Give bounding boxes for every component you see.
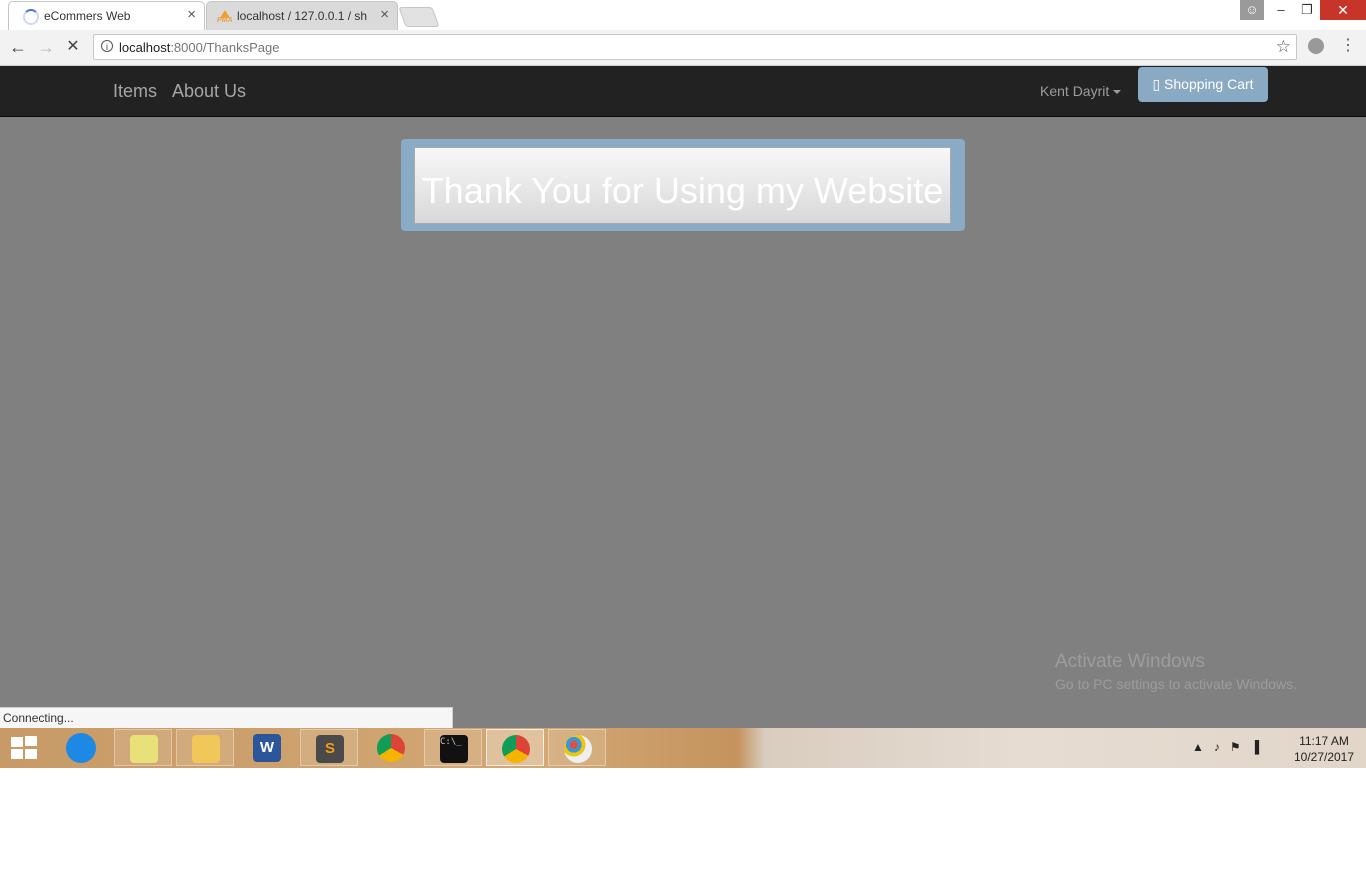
taskbar-paint[interactable] <box>548 729 606 766</box>
taskbar-sticky-notes[interactable] <box>114 729 172 766</box>
status-bubble: Connecting... <box>0 707 453 728</box>
taskbar-sync-app[interactable] <box>52 729 110 766</box>
nav-items-link[interactable]: Items <box>113 81 157 102</box>
user-name: Kent Dayrit <box>1040 83 1110 99</box>
window-controls: ☺ – ❐ ✕ <box>1240 0 1366 22</box>
browser-tab-strip: eCommers Web × PMA localhost / 127.0.0.1… <box>0 0 1366 30</box>
chrome-icon <box>502 735 530 763</box>
sticky-notes-icon <box>130 735 158 763</box>
profile-icon[interactable]: ☺ <box>1240 0 1264 20</box>
taskbar-word[interactable]: W <box>238 729 296 766</box>
address-bar[interactable]: i localhost:8000/ThanksPage ☆ <box>93 34 1297 60</box>
phpmyadmin-icon: PMA <box>217 10 233 24</box>
url-host: localhost <box>119 40 171 55</box>
windows-start-icon[interactable] <box>11 736 39 760</box>
restore-button[interactable]: ❐ <box>1294 0 1320 20</box>
url-path: :8000/ThanksPage <box>170 40 280 55</box>
taskbar-clock[interactable]: 11:17 AM 10/27/2017 <box>1292 733 1356 765</box>
close-icon[interactable]: × <box>187 7 196 23</box>
close-icon[interactable]: × <box>380 7 389 23</box>
taskbar-file-explorer[interactable] <box>176 729 234 766</box>
word-icon: W <box>253 734 281 762</box>
watermark-title: Activate Windows <box>1055 651 1205 672</box>
sync-icon <box>66 733 96 763</box>
extension-icon[interactable] <box>1308 38 1324 54</box>
info-icon[interactable]: i <box>101 40 113 52</box>
clock-time: 11:17 AM <box>1299 734 1349 748</box>
bookmark-star-icon[interactable]: ☆ <box>1276 37 1291 57</box>
new-tab-button[interactable] <box>398 7 440 27</box>
site-navbar: Items About Us Kent Dayrit ▯ Shopping Ca… <box>0 66 1366 117</box>
sublime-text-icon: S <box>316 735 344 763</box>
url-text: localhost:8000/ThanksPage <box>119 40 279 55</box>
tab-phpmyadmin[interactable]: PMA localhost / 127.0.0.1 / sh × <box>206 1 398 30</box>
tab-title: eCommers Web <box>44 9 131 23</box>
tray-overflow-icon[interactable]: ▲ <box>1192 740 1204 754</box>
shopping-cart-button[interactable]: ▯ Shopping Cart <box>1138 67 1268 102</box>
taskbar-chrome[interactable] <box>362 729 420 766</box>
folder-icon <box>192 735 220 763</box>
paint-icon <box>564 735 592 763</box>
clock-date: 10/27/2017 <box>1293 750 1355 764</box>
menu-dots-icon[interactable]: ⋮ <box>1340 35 1356 55</box>
action-center-flag-icon[interactable]: ⚑ <box>1230 740 1241 754</box>
taskbar-chrome-active[interactable] <box>486 729 544 766</box>
thanks-message: Thank You for Using my Website <box>421 170 944 211</box>
stop-loading-icon[interactable]: ✕ <box>63 37 83 57</box>
nav-about-link[interactable]: About Us <box>172 81 246 102</box>
tab-title: localhost / 127.0.0.1 / sh <box>237 9 367 23</box>
cart-label: Shopping Cart <box>1164 76 1254 92</box>
watermark-subtitle: Go to PC settings to activate Windows. <box>1055 676 1297 692</box>
minimize-button[interactable]: – <box>1268 0 1294 20</box>
window-close-button[interactable]: ✕ <box>1320 0 1366 20</box>
system-tray: ▲ ♪ ⚑ ▐ <box>1192 740 1259 754</box>
browser-toolbar: ← → ✕ i localhost:8000/ThanksPage ☆ ⋮ <box>0 30 1366 66</box>
tab-ecommers-web[interactable]: eCommers Web × <box>8 1 205 30</box>
taskbar-cmd[interactable]: C:\_ <box>424 729 482 766</box>
loading-spinner-icon <box>23 9 39 25</box>
shopping-cart-icon: ▯ <box>1152 76 1161 92</box>
back-arrow-icon[interactable]: ← <box>8 37 28 57</box>
user-dropdown[interactable]: Kent Dayrit <box>1040 83 1122 99</box>
windows-taskbar: W S C:\_ ▲ ♪ ⚑ ▐ 11:17 AM 10/27/2017 <box>0 728 1366 768</box>
page-viewport: Items About Us Kent Dayrit ▯ Shopping Ca… <box>0 66 1366 728</box>
thanks-panel: Thank You for Using my Website <box>401 139 965 231</box>
command-prompt-icon: C:\_ <box>440 735 468 763</box>
taskbar-sublime[interactable]: S <box>300 729 358 766</box>
activate-windows-watermark: Activate Windows Go to PC settings to ac… <box>1055 651 1297 692</box>
network-icon[interactable]: ▐ <box>1251 740 1260 754</box>
caret-down-icon <box>1113 90 1122 95</box>
thanks-box: Thank You for Using my Website <box>414 147 951 224</box>
chrome-icon <box>377 734 405 762</box>
forward-arrow-icon[interactable]: → <box>36 37 56 57</box>
volume-icon[interactable]: ♪ <box>1214 740 1220 754</box>
